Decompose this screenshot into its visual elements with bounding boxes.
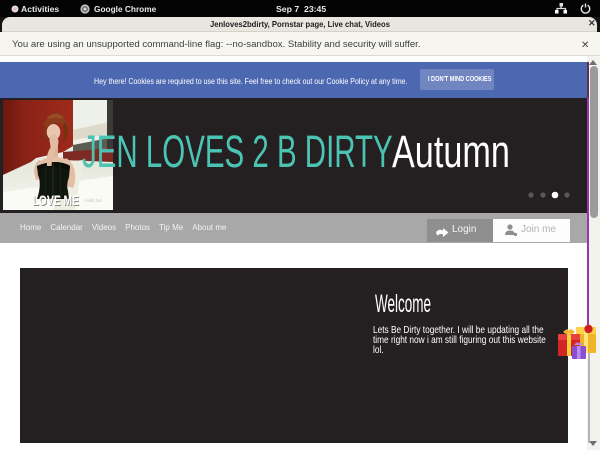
svg-text:LOVE ME: LOVE ME — [33, 193, 80, 208]
svg-text:misfit.fan: misfit.fan — [84, 198, 103, 203]
